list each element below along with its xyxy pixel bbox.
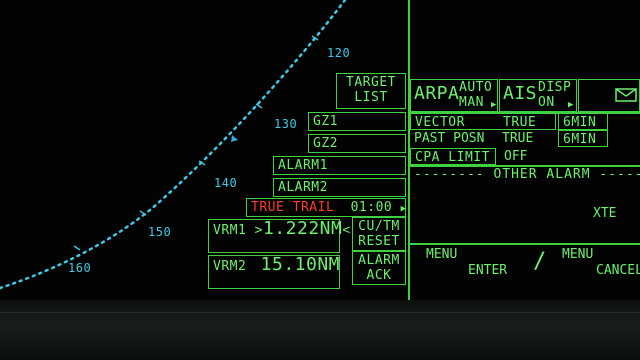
cpa-limit-value: OFF	[504, 149, 528, 164]
vector-button[interactable]: VECTOR TRUE	[410, 113, 556, 130]
menu-divider-slash: /	[533, 249, 547, 274]
range-label-130: 130	[274, 117, 298, 131]
gz1-button[interactable]: GZ1	[308, 112, 406, 131]
message-button[interactable]	[578, 79, 640, 112]
cancel-label: CANCEL	[596, 263, 640, 278]
ais-label: AIS	[503, 83, 538, 104]
past-posn-value: TRUE	[502, 131, 534, 146]
alarm-ack-button[interactable]: ALARM ACK	[352, 251, 406, 285]
cu-tm-label: CU/TM	[358, 219, 400, 234]
other-alarm-label: OTHER ALARM	[493, 167, 591, 182]
range-label-150: 150	[148, 225, 172, 239]
vrm2-value: 15.10NM	[260, 254, 340, 275]
menu-cancel-button[interactable]: MENU CANCEL	[548, 245, 640, 285]
arpa-mode-man: MAN	[459, 95, 484, 110]
monitor-bezel	[0, 300, 640, 360]
arpa-button[interactable]: ARPA AUTO MAN ▶	[410, 79, 498, 112]
enter-label: ENTER	[468, 263, 508, 278]
chevron-right-icon: ▶	[568, 100, 574, 110]
ais-button[interactable]: AIS DISP ON ▶	[499, 79, 577, 112]
xte-alarm: XTE	[593, 206, 617, 221]
envelope-icon	[615, 88, 637, 102]
true-trail-label: TRUE TRAIL	[251, 200, 335, 215]
target-list-button[interactable]: TARGET LIST	[336, 73, 406, 109]
vrm1-button[interactable]: VRM1 >1.222NM<	[208, 218, 350, 253]
ais-disp-label: DISP	[538, 80, 572, 95]
vrm1-marker-icon: >	[254, 223, 263, 238]
dash-left: --------	[414, 167, 494, 182]
vector-time-button[interactable]: 6MIN	[558, 113, 608, 130]
range-label-120: 120	[327, 46, 351, 60]
own-ship-marker	[231, 135, 238, 142]
arpa-label: ARPA	[414, 83, 460, 104]
vrm1-label: VRM1	[213, 223, 247, 238]
cpa-limit-button[interactable]: CPA LIMIT	[410, 148, 496, 165]
bezel-edge	[0, 312, 640, 313]
vrm2-button[interactable]: VRM2 15.10NM	[208, 255, 340, 289]
vrm1-end-marker-icon: <	[342, 223, 351, 238]
alarm2-button[interactable]: ALARM2	[273, 178, 406, 197]
target-list-label-2: LIST	[354, 90, 388, 105]
past-posn-time-button[interactable]: 6MIN	[558, 130, 608, 147]
vector-value: TRUE	[503, 115, 537, 130]
menu-cancel-menu-label: MENU	[562, 247, 594, 262]
radar-screen: 120 130 140 150 160 TARGET LIST GZ1 GZ2 …	[0, 0, 640, 300]
range-label-160: 160	[68, 261, 92, 275]
cu-tm-reset-button[interactable]: CU/TM RESET	[352, 217, 406, 251]
vrm1-value: 1.222NM	[262, 218, 343, 239]
menu-enter-button[interactable]: MENU ENTER	[410, 245, 530, 285]
reset-label: RESET	[358, 234, 400, 249]
gz2-button[interactable]: GZ2	[308, 134, 406, 153]
menu-enter-menu-label: MENU	[426, 247, 458, 262]
trail-time: 01:00	[350, 200, 393, 215]
vector-label: VECTOR	[415, 115, 465, 130]
alarm1-button[interactable]: ALARM1	[273, 156, 406, 175]
ais-disp-on: ON	[538, 95, 555, 110]
vrm2-label: VRM2	[213, 259, 247, 274]
range-label-140: 140	[214, 176, 238, 190]
ack-label: ACK	[366, 268, 392, 283]
dash-right: -----	[590, 167, 640, 182]
alarm-label: ALARM	[358, 253, 400, 268]
past-posn-label: PAST POSN	[414, 131, 485, 146]
other-alarm-header: -------- OTHER ALARM -----	[414, 167, 640, 182]
chevron-right-icon: ▶	[491, 100, 497, 110]
arpa-mode-auto: AUTO	[459, 80, 493, 95]
chevron-right-icon: ▶	[400, 204, 407, 214]
true-trail-button[interactable]: TRUE TRAIL 01:00 ▶	[246, 198, 406, 217]
target-list-label-1: TARGET	[346, 75, 396, 90]
